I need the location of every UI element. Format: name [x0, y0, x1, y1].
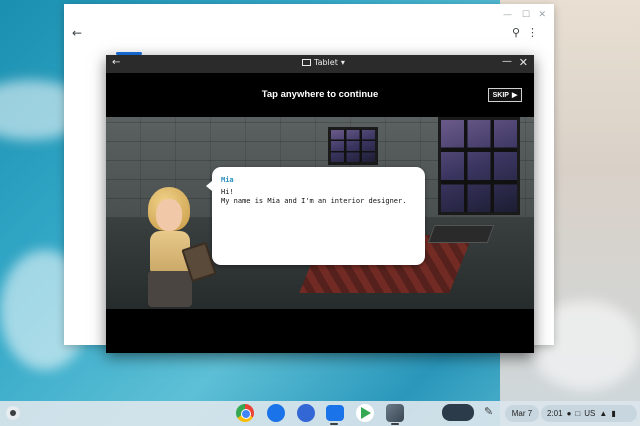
close-icon[interactable]: ✕ [519, 56, 528, 69]
holding-space-tray[interactable] [442, 404, 474, 421]
battery-icon: ▮ [611, 409, 616, 418]
download-icon: ● [566, 409, 572, 418]
window-mode-dropdown[interactable]: Tablet ▾ [302, 58, 345, 67]
time-label: 2:01 [547, 409, 563, 418]
clock-icon[interactable] [297, 404, 315, 422]
arrow-left-icon[interactable]: ← [72, 26, 82, 40]
app-title-bar: ← Tablet ▾ — ✕ [106, 55, 534, 73]
scene-window [328, 127, 378, 165]
play-icon: ▶ [511, 92, 518, 99]
game-app-window[interactable]: ← Tablet ▾ — ✕ Tap anywhere to continue … [106, 55, 534, 353]
date-tray[interactable]: Mar 7 [505, 405, 539, 422]
character-mia [134, 187, 224, 307]
window-maximize-button[interactable]: ☐ [522, 10, 530, 20]
lock-icon: □ [575, 409, 581, 418]
window-mode-label: Tablet [314, 58, 338, 67]
skip-label: SKIP [492, 91, 509, 99]
launcher-icon [10, 410, 16, 416]
status-tray[interactable]: 2:01 ● □ US ▲ ▮ [541, 405, 637, 422]
game-app-icon[interactable] [386, 404, 404, 422]
scene-window [438, 117, 520, 215]
window-close-button[interactable]: ✕ [538, 10, 546, 20]
tablet-icon [302, 59, 311, 66]
launcher-button[interactable] [6, 406, 20, 420]
character-legs [148, 271, 192, 307]
dialog-box[interactable]: Mia Hi! My name is Mia and I'm an interi… [206, 167, 425, 265]
search-icon[interactable]: ⚲ [512, 26, 520, 39]
running-indicator [330, 423, 338, 425]
scene-crate [427, 225, 495, 243]
dialog-line: Hi! [221, 188, 234, 196]
character-face [156, 199, 182, 231]
skip-button[interactable]: SKIP ▶ [488, 88, 522, 102]
dialog-line: My name is Mia and I'm an interior desig… [221, 197, 407, 205]
arrow-left-icon[interactable]: ← [112, 57, 120, 68]
files-icon[interactable] [326, 405, 344, 421]
stylus-icon[interactable]: ✎ [484, 405, 493, 418]
keyboard-layout-label: US [584, 409, 596, 418]
minimize-icon[interactable]: — [502, 56, 512, 67]
window-minimize-button[interactable]: — [503, 10, 512, 20]
wifi-icon: ▲ [599, 409, 608, 418]
chevron-down-icon: ▾ [340, 58, 345, 67]
dialog-tail [206, 181, 212, 191]
kebab-icon[interactable]: ⋮ [527, 26, 538, 39]
date-label: Mar 7 [511, 409, 533, 418]
dialog-speaker-name: Mia [221, 176, 234, 184]
messages-icon[interactable] [267, 404, 285, 422]
running-indicator [391, 423, 399, 425]
play-store-icon[interactable] [356, 404, 374, 422]
tap-to-continue-prompt: Tap anywhere to continue [261, 89, 379, 100]
chrome-icon[interactable] [236, 404, 254, 422]
